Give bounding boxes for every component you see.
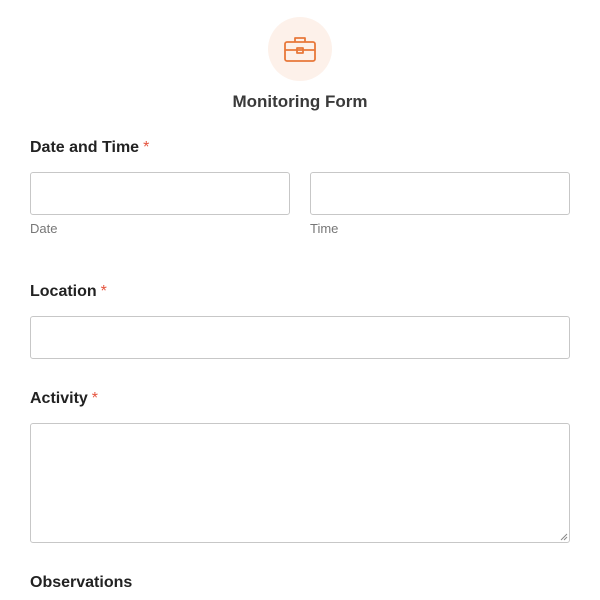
activity-label-text: Activity	[30, 390, 88, 407]
observations-label: Observations	[30, 574, 132, 592]
required-marker: *	[143, 139, 150, 156]
date-sublabel: Date	[30, 221, 58, 236]
activity-textarea[interactable]	[30, 423, 570, 543]
time-input[interactable]	[310, 172, 570, 215]
briefcase-icon	[284, 37, 316, 62]
time-sublabel: Time	[310, 221, 339, 236]
form-logo	[268, 17, 332, 81]
date-time-label-text: Date and Time	[30, 139, 140, 156]
activity-label: Activity *	[30, 390, 98, 408]
observations-label-text: Observations	[30, 574, 133, 591]
required-marker: *	[91, 390, 99, 407]
location-label-text: Location	[30, 283, 97, 300]
required-marker: *	[100, 283, 107, 300]
form-title: Monitoring Form	[232, 92, 368, 111]
textarea-resize-handle[interactable]	[560, 533, 568, 541]
date-input[interactable]	[30, 172, 290, 215]
date-time-label: Date and Time *	[30, 139, 149, 157]
location-input[interactable]	[30, 316, 570, 359]
monitoring-form-page: Monitoring Form Date and Time * Date Time…	[0, 0, 600, 600]
location-label: Location *	[30, 283, 107, 301]
